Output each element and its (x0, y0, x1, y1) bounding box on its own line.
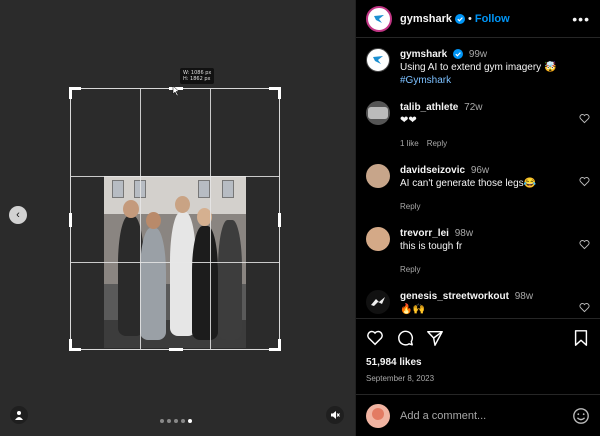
commenter-avatar[interactable] (366, 227, 390, 251)
comment-time: 98w (454, 228, 474, 239)
comment-username[interactable]: genesis_streetworkout (400, 291, 509, 302)
commenter-avatar[interactable] (366, 101, 390, 125)
emoji-icon[interactable] (572, 407, 590, 425)
verified-badge-icon (453, 49, 464, 60)
post-date: September 8, 2023 (366, 374, 435, 383)
comment-username[interactable]: talib_athlete (400, 102, 458, 113)
tagged-users-button[interactable] (10, 406, 28, 424)
comment-text: this is tough fr (400, 241, 463, 252)
more-options-button[interactable]: ••• (572, 11, 590, 27)
comment-item: genesis_streetworkout 98w 🔥🙌 (366, 290, 590, 316)
crop-handle-bottom-right[interactable] (269, 339, 281, 351)
user-icon (15, 411, 23, 420)
comment-time: 72w (464, 102, 483, 113)
carousel-dot (174, 419, 178, 423)
crop-handle-top-right[interactable] (269, 87, 281, 99)
bookmark-icon[interactable] (572, 329, 590, 347)
comment-time: 98w (514, 291, 534, 302)
author-avatar-small[interactable] (366, 48, 390, 72)
header-separator: • (467, 12, 472, 25)
carousel-prev-button[interactable]: ‹ (9, 206, 27, 224)
reply-button[interactable]: Reply (400, 263, 420, 276)
comment-text: AI can't generate those legs😂 (400, 178, 537, 189)
like-heart-icon[interactable] (366, 329, 384, 347)
crop-handle-bottom[interactable] (169, 348, 183, 351)
dimension-tooltip: W: 1086 px H: 1862 px (180, 68, 215, 84)
comment-like-count[interactable]: 1 like (400, 137, 419, 150)
crop-handle-bottom-left[interactable] (69, 339, 81, 351)
caption-text: Using AI to extend gym imagery 🤯 (400, 62, 557, 73)
cursor-icon (172, 86, 180, 96)
dimension-height: H: 1862 px (183, 76, 211, 82)
comment-input[interactable] (400, 409, 572, 422)
share-send-icon[interactable] (426, 329, 444, 347)
carousel-dot (160, 419, 164, 423)
gymshark-logo-icon (374, 14, 384, 23)
crop-frame[interactable] (69, 87, 281, 351)
comment-text: 🔥🙌 (400, 304, 425, 315)
current-user-avatar (366, 403, 390, 428)
post-caption: gymshark 99w Using AI to extend gym imag… (366, 48, 590, 87)
heart-icon[interactable] (579, 176, 590, 187)
crop-handle-top-left[interactable] (69, 87, 81, 99)
comment-item: talib_athlete 72w ❤❤ 1 like Reply (366, 101, 590, 150)
comment-item: davidseizovic 96w AI can't generate thos… (366, 164, 590, 213)
hashtag-link[interactable]: #Gymshark (400, 74, 590, 87)
comment-item: trevorr_lei 98w this is tough fr Reply (366, 227, 590, 276)
speaker-muted-icon (331, 411, 340, 419)
carousel-dot (181, 419, 185, 423)
caption-time: 99w (468, 49, 488, 60)
reply-button[interactable]: Reply (427, 137, 447, 150)
media-viewer: W: 1086 px H: 1862 px ‹ (0, 0, 355, 436)
post-header: gymshark • Follow ••• (356, 0, 600, 38)
heart-icon[interactable] (579, 239, 590, 250)
comment-time: 96w (470, 165, 490, 176)
post-details-panel: gymshark • Follow ••• gymshark 99w Using… (355, 0, 600, 436)
reply-button[interactable]: Reply (400, 200, 420, 213)
comment-username[interactable]: davidseizovic (400, 165, 465, 176)
comment-text: ❤❤ (400, 115, 417, 126)
comment-composer (356, 394, 600, 436)
mute-button[interactable] (326, 406, 344, 424)
verified-badge-icon (454, 13, 465, 24)
heart-icon[interactable] (579, 113, 590, 124)
crop-handle-left[interactable] (69, 213, 72, 227)
comment-bubble-icon[interactable] (396, 329, 414, 347)
comment-username[interactable]: trevorr_lei (400, 228, 449, 239)
author-name[interactable]: gymshark (400, 13, 452, 25)
comments-list[interactable]: gymshark 99w Using AI to extend gym imag… (356, 38, 600, 318)
commenter-avatar[interactable] (366, 164, 390, 188)
carousel-dot-active (188, 419, 192, 423)
heart-icon[interactable] (579, 302, 590, 313)
carousel-dot (167, 419, 171, 423)
follow-button[interactable]: Follow (475, 13, 510, 25)
gymshark-logo-icon (373, 56, 383, 64)
caption-author[interactable]: gymshark (400, 49, 447, 60)
like-count[interactable]: 51,984 likes (366, 357, 590, 368)
genesis-logo-icon (371, 297, 385, 306)
author-avatar[interactable] (366, 5, 392, 32)
post-actions: 51,984 likes September 8, 2023 (356, 318, 600, 383)
commenter-avatar[interactable] (366, 290, 390, 314)
crop-handle-right[interactable] (278, 213, 281, 227)
carousel-indicator (160, 419, 192, 423)
